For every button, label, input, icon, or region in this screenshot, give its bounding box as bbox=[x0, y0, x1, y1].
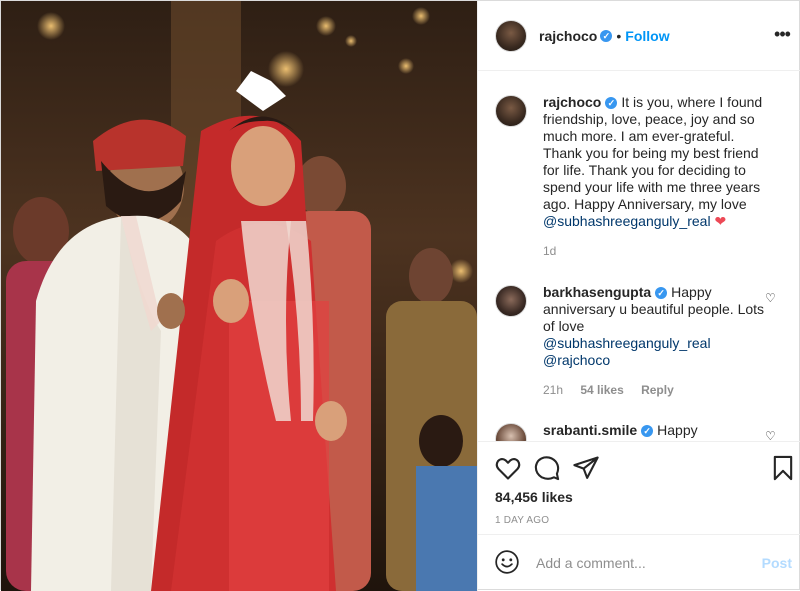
comment-mention[interactable]: @rajchoco bbox=[543, 352, 610, 368]
verified-badge-icon: ✓ bbox=[641, 425, 654, 438]
commenter-username[interactable]: srabanti.smile bbox=[543, 422, 637, 438]
comment-body: barkhasengupta ✓ Happy anniversary u beaut… bbox=[543, 284, 775, 399]
verified-badge-icon: ✓ bbox=[600, 29, 613, 42]
comment-likes[interactable]: 54 likes bbox=[580, 383, 623, 397]
commenter-avatar[interactable] bbox=[495, 423, 527, 441]
commenter-avatar[interactable] bbox=[495, 285, 527, 317]
comment-body: srabanti.smile ✓ Happy bbox=[543, 422, 775, 439]
separator-dot: • bbox=[616, 27, 622, 44]
share-direct-icon[interactable] bbox=[572, 454, 600, 482]
caption-meta: 1d bbox=[543, 243, 775, 260]
wedding-photo bbox=[1, 1, 477, 591]
comment-age[interactable]: 21h bbox=[543, 383, 563, 397]
more-options-icon[interactable]: ••• bbox=[772, 25, 792, 45]
emoji-icon[interactable] bbox=[494, 549, 520, 575]
add-comment-bar: Post bbox=[478, 534, 800, 591]
header-user-row: rajchoco ✓ • Follow bbox=[539, 28, 670, 44]
comment-bubble-icon[interactable] bbox=[533, 454, 561, 482]
save-bookmark-icon[interactable] bbox=[769, 454, 797, 482]
comment-text: Happy bbox=[657, 422, 698, 438]
like-heart-icon[interactable] bbox=[494, 454, 522, 482]
caption-age[interactable]: 1d bbox=[543, 244, 556, 258]
author-username[interactable]: rajchoco bbox=[539, 28, 597, 44]
caption-body: rajchoco ✓ It is you, where I found friend… bbox=[543, 94, 775, 260]
like-comment-icon[interactable]: ♡ bbox=[765, 291, 777, 305]
post-header: rajchoco ✓ • Follow ••• bbox=[478, 1, 800, 71]
comment-input[interactable] bbox=[534, 551, 738, 575]
like-comment-icon[interactable]: ♡ bbox=[765, 429, 777, 441]
caption-text: It is you, where I found friendship, lov… bbox=[543, 94, 763, 212]
red-heart-emoji-icon: ❤ bbox=[714, 213, 727, 229]
verified-badge-icon: ✓ bbox=[605, 97, 618, 110]
commenter-username[interactable]: barkhasengupta bbox=[543, 284, 651, 300]
caption-username[interactable]: rajchoco bbox=[543, 94, 601, 110]
verified-badge-icon: ✓ bbox=[655, 287, 668, 300]
post-details-panel: rajchoco ✓ • Follow ••• rajchoco ✓ It is y… bbox=[477, 1, 800, 591]
post-timestamp[interactable]: 1 DAY AGO bbox=[495, 515, 549, 526]
comments-list[interactable]: rajchoco ✓ It is you, where I found friend… bbox=[478, 71, 800, 441]
comment-mention[interactable]: @subhashreeganguly_real bbox=[543, 335, 711, 351]
reply-button[interactable]: Reply bbox=[641, 383, 674, 397]
likes-count[interactable]: 84,456 likes bbox=[495, 489, 573, 505]
post-modal: rajchoco ✓ • Follow ••• rajchoco ✓ It is y… bbox=[0, 0, 800, 591]
post-photo[interactable] bbox=[1, 1, 477, 591]
author-avatar[interactable] bbox=[495, 19, 527, 52]
caption-mention[interactable]: @subhashreeganguly_real bbox=[543, 213, 711, 229]
caption-avatar[interactable] bbox=[495, 95, 527, 127]
comment-meta: 21h 54 likes Reply bbox=[543, 382, 775, 399]
follow-button[interactable]: Follow bbox=[625, 28, 669, 44]
post-comment-button[interactable]: Post bbox=[762, 555, 792, 571]
